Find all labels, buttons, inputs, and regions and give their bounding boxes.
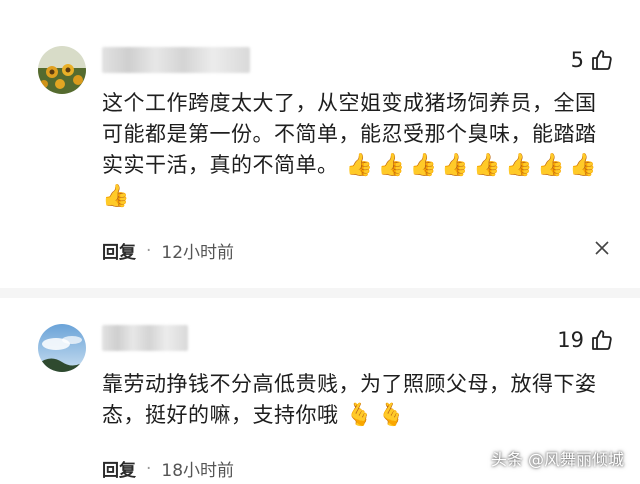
like-button[interactable]: 19 bbox=[557, 328, 614, 352]
comment-item: 5 这个工作跨度太大了，从空姐变成猪场饲养员，全国可能都是第一份。不简单，能忍受… bbox=[0, 0, 640, 290]
reply-button[interactable]: 回复 bbox=[102, 456, 136, 481]
thumbs-up-icon bbox=[592, 330, 612, 350]
watermark-text: 头条 @风舞丽倾城 bbox=[490, 450, 624, 469]
thumbs-up-emoji: 👍 bbox=[377, 153, 406, 178]
source-watermark: 头条 @风舞丽倾城 bbox=[491, 446, 624, 470]
thumbs-up-emoji: 👍 bbox=[505, 153, 534, 178]
thumbs-up-emoji: 👍 bbox=[569, 153, 597, 178]
reply-button[interactable]: 回复 bbox=[102, 238, 136, 263]
like-count: 5 bbox=[570, 48, 584, 72]
comment-text: 这个工作跨度太大了，从空姐变成猪场饲养员，全国可能都是第一份。不简单，能忍受那个… bbox=[102, 88, 602, 212]
comment-text: 靠劳动挣钱不分高低贵贱，为了照顾父母，放得下姿态，挺好的嘛，支持你哦 🫰 🫰 bbox=[102, 369, 602, 431]
finger-heart-emoji: 🫰 bbox=[345, 403, 374, 428]
like-button[interactable]: 5 bbox=[571, 48, 614, 72]
thumbs-up-emoji: 👍 bbox=[473, 153, 502, 178]
emoji-row: 👍 👍 👍 👍 👍 👍 👍 👍 bbox=[339, 153, 601, 178]
thumbs-up-icon bbox=[592, 50, 612, 70]
timestamp: 12小时前 bbox=[161, 243, 235, 263]
comment-meta: 回复 · 12小时前 bbox=[102, 238, 235, 264]
separator-dot: · bbox=[146, 458, 152, 479]
avatar[interactable] bbox=[38, 324, 86, 372]
comment-divider bbox=[0, 288, 640, 298]
thumbs-up-emoji: 👍 bbox=[537, 153, 566, 178]
emoji-row: 🫰 🫰 bbox=[339, 403, 410, 428]
comment-meta: 回复 · 18小时前 bbox=[102, 456, 235, 482]
separator-dot: · bbox=[146, 240, 152, 261]
thumbs-up-emoji: 👍 bbox=[409, 153, 438, 178]
finger-heart-emoji: 🫰 bbox=[377, 403, 406, 428]
timestamp: 18小时前 bbox=[161, 461, 235, 481]
thumbs-up-emoji: 👍 bbox=[345, 153, 374, 178]
thumbs-up-emoji: 👍 bbox=[441, 153, 470, 178]
username-blurred[interactable] bbox=[102, 325, 188, 351]
avatar[interactable] bbox=[38, 46, 86, 94]
like-count: 19 bbox=[557, 328, 584, 352]
more-options-icon[interactable] bbox=[594, 240, 610, 256]
thumbs-up-emoji: 👍 bbox=[102, 184, 130, 209]
username-blurred[interactable] bbox=[102, 47, 250, 73]
